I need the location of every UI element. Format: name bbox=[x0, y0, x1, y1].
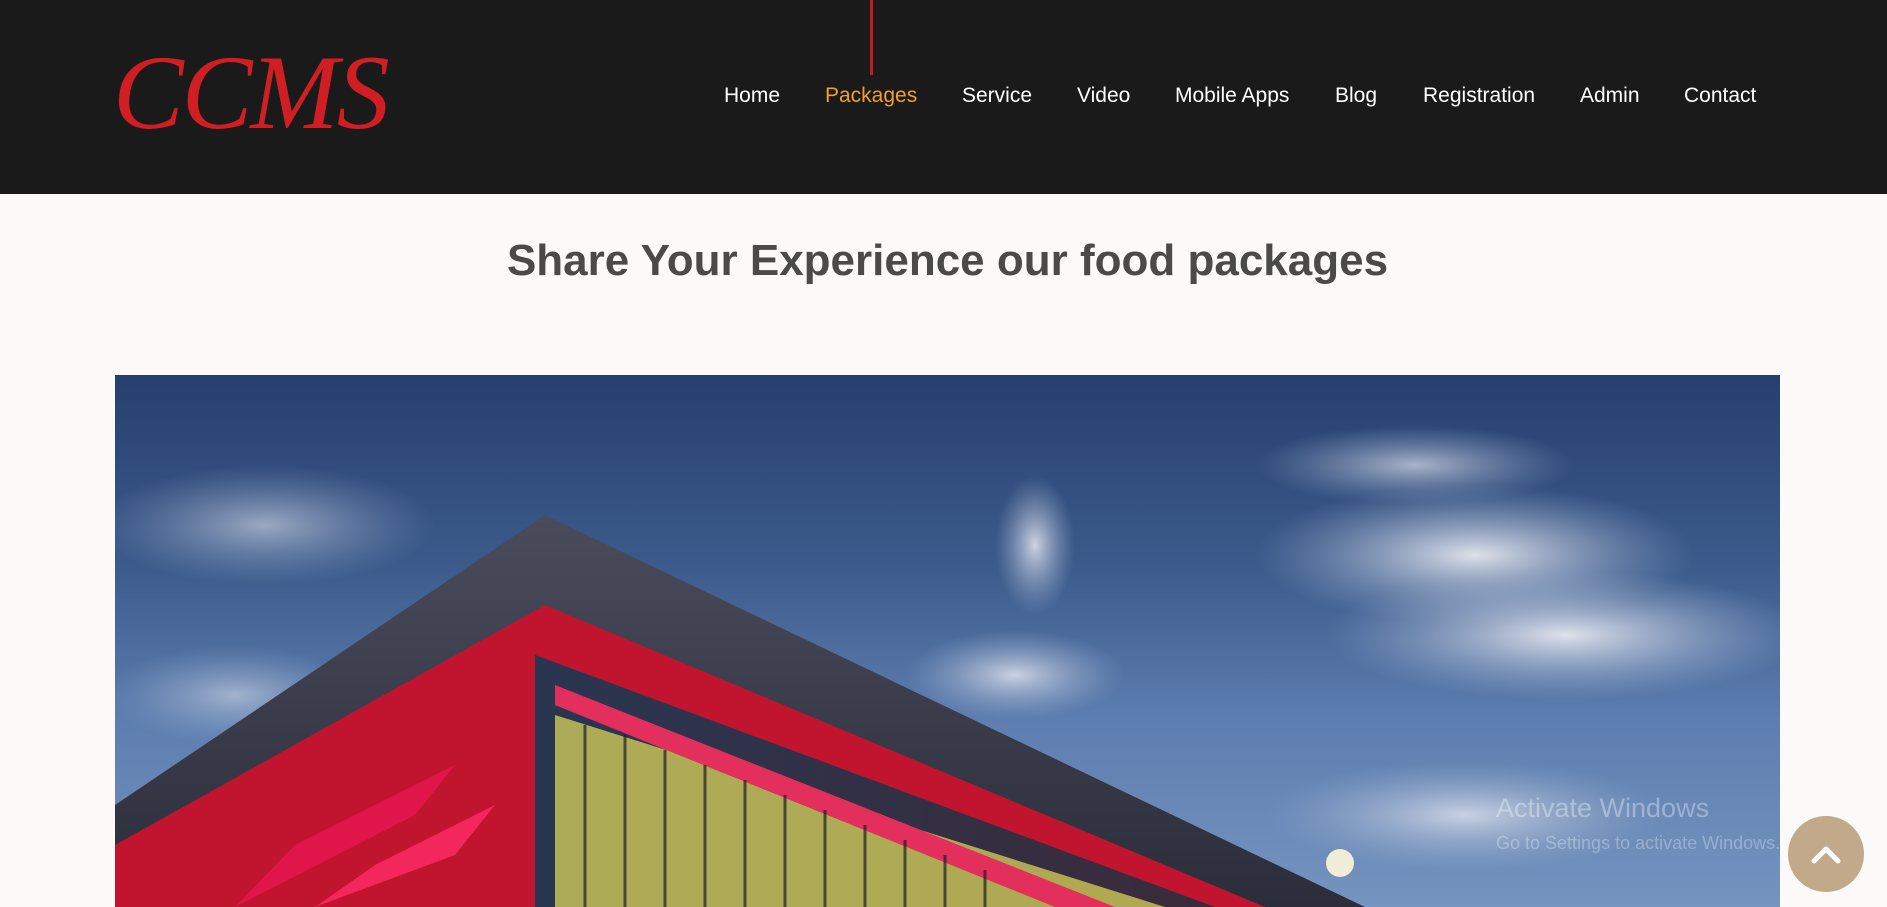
nav-blog[interactable]: Blog bbox=[1335, 84, 1377, 108]
chevron-up-icon bbox=[1811, 846, 1841, 864]
windows-activation-watermark: Activate Windows bbox=[1496, 793, 1710, 823]
scroll-to-top-button[interactable] bbox=[1788, 816, 1864, 892]
nav-video[interactable]: Video bbox=[1077, 84, 1130, 108]
hero-image bbox=[115, 375, 1780, 907]
page-title: Share Your Experience our food packages bbox=[506, 236, 1389, 285]
active-nav-indicator bbox=[870, 0, 873, 75]
site-header: CCMS Home Packages Service Video Mobile … bbox=[0, 0, 1887, 194]
nav-mobile-apps[interactable]: Mobile Apps bbox=[1175, 84, 1289, 108]
nav-service[interactable]: Service bbox=[962, 84, 1032, 108]
nav-packages[interactable]: Packages bbox=[825, 84, 917, 108]
windows-activation-subtext: Go to Settings to activate Windows. bbox=[1496, 833, 1781, 853]
site-logo[interactable]: CCMS bbox=[113, 40, 390, 146]
nav-contact[interactable]: Contact bbox=[1684, 84, 1756, 108]
nav-registration[interactable]: Registration bbox=[1423, 84, 1535, 108]
building-illustration bbox=[115, 425, 1780, 907]
nav-admin[interactable]: Admin bbox=[1580, 84, 1640, 108]
nav-home[interactable]: Home bbox=[724, 84, 780, 108]
